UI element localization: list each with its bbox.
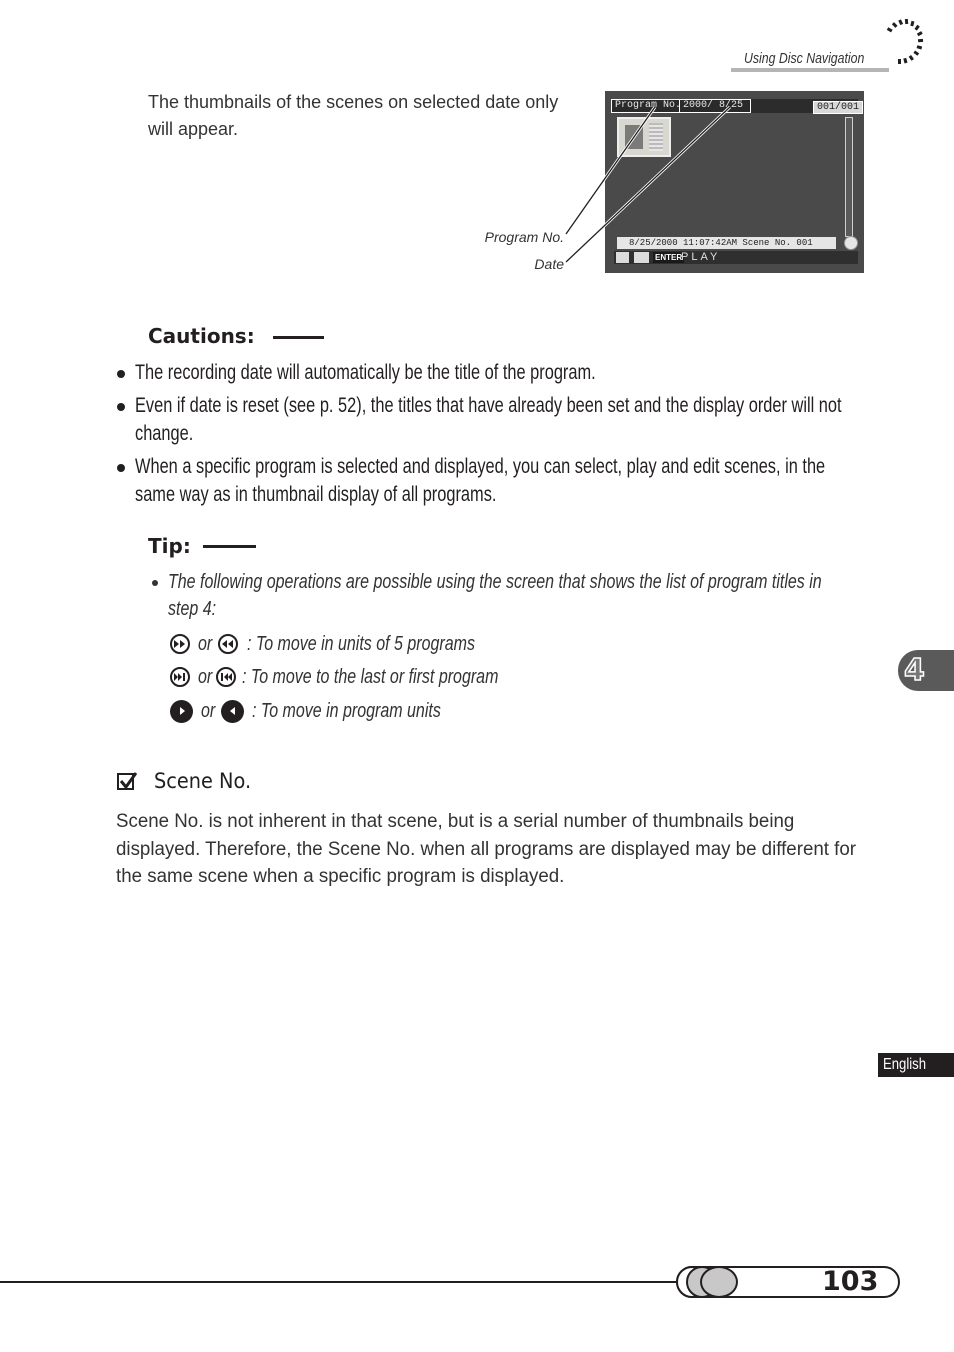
operation-row: or : To move in program units (170, 698, 488, 724)
screen-counter: 001/001 (813, 101, 864, 114)
cautions-heading: Cautions: (148, 324, 255, 348)
left-arrow-icon (221, 699, 244, 723)
or-label: or (198, 665, 213, 688)
bullet-icon (117, 464, 125, 472)
callout-lines (564, 105, 732, 264)
skip-previous-icon (216, 667, 236, 687)
page-number: 103 (822, 1266, 879, 1297)
caution-item: The recording date will automatically be… (135, 361, 596, 384)
callout-date: Date (534, 256, 564, 272)
tip-heading: Tip: (148, 534, 191, 558)
screen-scrollbar (845, 117, 853, 237)
rewind-icon (218, 634, 238, 654)
footer-rule (0, 1281, 690, 1283)
tip-bullet-text: The following operations are possible us… (168, 571, 822, 620)
bullet-icon (117, 403, 125, 411)
fast-forward-icon (170, 634, 190, 654)
intro-text: The thumbnails of the scenes on selected… (148, 92, 559, 139)
chapter-number: 4 (903, 652, 925, 689)
scene-no-body: Scene No. is not inherent in that scene,… (116, 811, 857, 887)
dotted-arc-icon (886, 18, 924, 64)
caution-item: When a specific program is selected and … (135, 455, 826, 506)
bullet-icon (117, 370, 125, 378)
scene-no-heading: Scene No. (154, 769, 252, 793)
operation-description: : To move in program units (252, 699, 441, 722)
language-label: English (883, 1056, 927, 1073)
right-arrow-icon (170, 699, 193, 723)
or-label: or (198, 632, 213, 655)
tip-rule (203, 545, 256, 548)
cautions-rule (273, 336, 324, 339)
bullet-icon (152, 580, 158, 586)
skip-next-icon (170, 667, 190, 687)
header-underline (731, 68, 889, 72)
operation-description: : To move to the last or first program (242, 665, 499, 688)
operation-row: or : To move in units of 5 programs (170, 631, 532, 657)
callout-program-no: Program No. (484, 229, 564, 245)
screen-help-icon (844, 236, 858, 250)
section-title: Using Disc Navigation (744, 50, 865, 67)
operation-row: or : To move to the last or first progra… (170, 664, 563, 690)
or-label: or (201, 699, 216, 722)
decor-circle (700, 1266, 738, 1298)
language-tab: English (878, 1053, 954, 1077)
checkbox-icon (117, 772, 138, 790)
operation-description: : To move in units of 5 programs (247, 632, 475, 655)
caution-item: Even if date is reset (see p. 52), the t… (135, 394, 842, 445)
